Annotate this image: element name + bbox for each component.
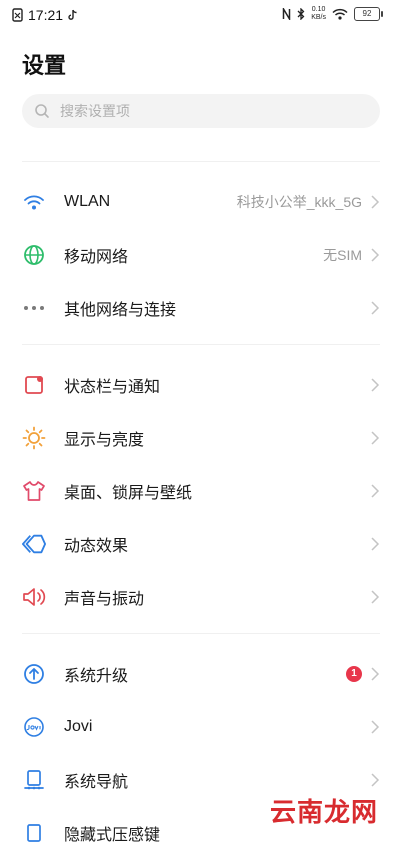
motion-icon [22, 532, 46, 556]
search-bar[interactable] [22, 94, 380, 128]
sun-icon [22, 426, 46, 450]
setting-row-status-bar-notifications[interactable]: 状态栏与通知 [0, 358, 400, 411]
setting-row-system-upgrade[interactable]: 系统升级 1 [0, 647, 400, 700]
more-dots-icon [22, 296, 46, 320]
globe-icon [22, 243, 46, 267]
speaker-icon [22, 585, 46, 609]
battery-icon: 92 [354, 7, 383, 21]
setting-row-display-brightness[interactable]: 显示与亮度 [0, 411, 400, 464]
network-speed-value: 0.10 [311, 6, 326, 13]
shirt-icon [22, 479, 46, 503]
setting-label: 桌面、锁屏与壁纸 [64, 484, 193, 502]
setting-label: WLAN [64, 192, 111, 210]
chevron-right-icon [371, 666, 380, 681]
setting-value: 科技小公举_kkk_5G [236, 193, 362, 210]
pressure-key-icon [22, 821, 46, 845]
navigation-icon [22, 768, 46, 792]
chevron-right-icon [371, 483, 380, 498]
divider [22, 633, 380, 634]
setting-label: 隐藏式压感键 [64, 826, 161, 844]
setting-label: 系统导航 [64, 773, 129, 791]
setting-label: 移动网络 [64, 248, 129, 266]
search-icon [35, 104, 49, 118]
setting-label: 其他网络与连接 [64, 301, 177, 319]
network-speed-unit: KB/s [311, 14, 326, 21]
setting-row-jovi[interactable]: Jovi [0, 700, 400, 753]
setting-label: 动态效果 [64, 537, 129, 555]
setting-row-mobile-network[interactable]: 移动网络 无SIM [0, 228, 400, 281]
divider [22, 344, 380, 345]
jovi-icon [22, 715, 46, 739]
chevron-right-icon [371, 772, 380, 787]
setting-value: 无SIM [323, 246, 362, 263]
setting-row-motion-effects[interactable]: 动态效果 [0, 517, 400, 570]
setting-row-wlan[interactable]: WLAN 科技小公举_kkk_5G [0, 175, 400, 228]
page-title: 设置 [22, 53, 67, 78]
tiktok-icon [68, 9, 77, 20]
chevron-right-icon [371, 536, 380, 551]
setting-row-other-networks[interactable]: 其他网络与连接 [0, 281, 400, 334]
setting-row-desktop-lockscreen-wallpaper[interactable]: 桌面、锁屏与壁纸 [0, 464, 400, 517]
status-bar: 17:21 0.10 KB/s 92 [0, 0, 400, 30]
notification-icon [22, 373, 46, 397]
setting-label: 显示与亮度 [64, 431, 145, 449]
setting-label: 声音与振动 [64, 590, 145, 608]
chevron-right-icon [371, 589, 380, 604]
nfc-icon [282, 8, 291, 20]
network-speed: 0.10 KB/s [311, 6, 326, 22]
upgrade-icon [22, 662, 46, 686]
chevron-right-icon [371, 247, 380, 262]
update-badge: 1 [346, 665, 362, 682]
setting-label: 状态栏与通知 [64, 378, 161, 396]
divider [22, 161, 380, 162]
chevron-right-icon [371, 300, 380, 315]
chevron-right-icon [371, 194, 380, 209]
watermark-logo: 云南龙网 [269, 798, 378, 828]
search-input[interactable] [58, 102, 352, 120]
wifi-icon [22, 190, 46, 214]
wifi-status-icon [332, 8, 348, 20]
chevron-right-icon [371, 377, 380, 392]
setting-row-sound-vibration[interactable]: 声音与振动 [0, 570, 400, 623]
chevron-right-icon [371, 719, 380, 734]
chevron-right-icon [371, 430, 380, 445]
status-time: 17:21 [28, 7, 64, 23]
sim-card-icon [12, 8, 23, 22]
setting-label: Jovi [64, 717, 93, 735]
setting-label: 系统升级 [64, 667, 129, 685]
bluetooth-icon [297, 8, 305, 20]
